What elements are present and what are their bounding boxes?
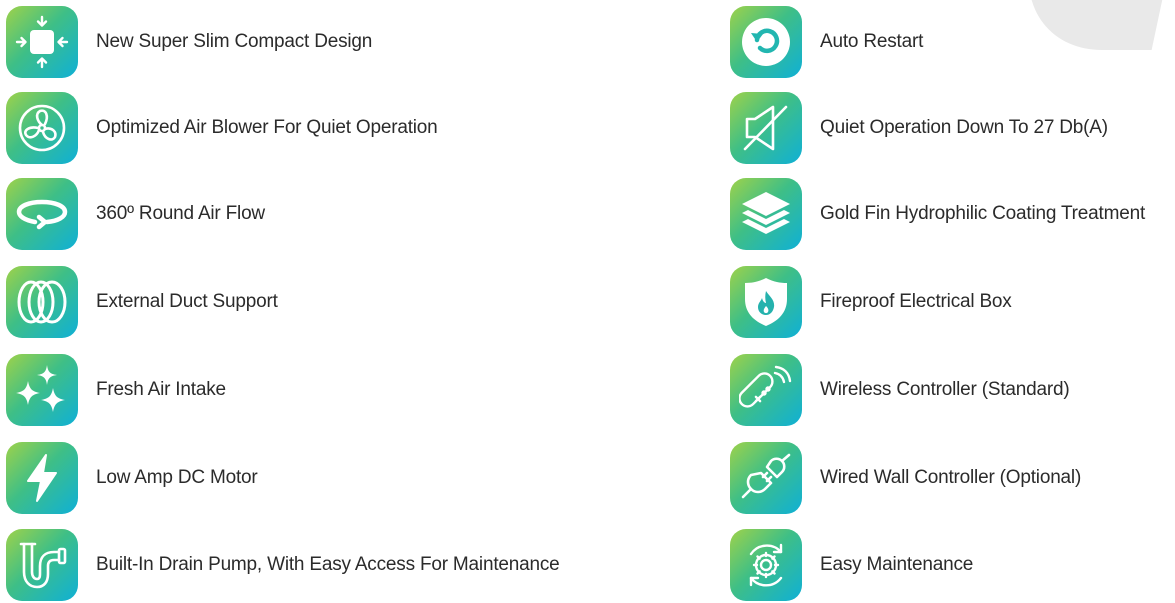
feature-label: Auto Restart — [820, 31, 924, 52]
layers-icon — [730, 178, 802, 250]
round-air-flow-icon — [6, 178, 78, 250]
feature-item: Built-In Drain Pump, With Easy Access Fo… — [6, 529, 726, 601]
fan-blower-icon — [6, 92, 78, 164]
feature-label: Easy Maintenance — [820, 554, 974, 575]
mute-speaker-icon — [730, 92, 802, 164]
feature-label: Gold Fin Hydrophilic Coating Treatment — [820, 203, 1146, 224]
feature-item: Gold Fin Hydrophilic Coating Treatment — [730, 178, 1175, 250]
feature-label: Low Amp DC Motor — [96, 467, 258, 488]
gear-maintenance-icon — [730, 529, 802, 601]
feature-item: Fireproof Electrical Box — [730, 266, 1175, 338]
feature-label: 360º Round Air Flow — [96, 203, 265, 224]
lightning-bolt-icon — [6, 442, 78, 514]
feature-item: Fresh Air Intake — [6, 354, 726, 426]
feature-item: Auto Restart — [730, 6, 1175, 78]
feature-label: Wired Wall Controller (Optional) — [820, 467, 1082, 488]
feature-label: Optimized Air Blower For Quiet Operation — [96, 117, 438, 138]
feature-label: Built-In Drain Pump, With Easy Access Fo… — [96, 554, 560, 575]
feature-item: New Super Slim Compact Design — [6, 6, 726, 78]
drain-pipe-icon — [6, 529, 78, 601]
feature-item: Wired Wall Controller (Optional) — [730, 442, 1175, 514]
compact-design-icon — [6, 6, 78, 78]
wireless-remote-icon — [730, 354, 802, 426]
feature-label: Fresh Air Intake — [96, 379, 226, 400]
duct-rings-icon — [6, 266, 78, 338]
feature-label: Wireless Controller (Standard) — [820, 379, 1070, 400]
feature-item: Low Amp DC Motor — [6, 442, 726, 514]
sparkles-icon — [6, 354, 78, 426]
feature-item: 360º Round Air Flow — [6, 178, 726, 250]
feature-item: External Duct Support — [6, 266, 726, 338]
feature-item: Optimized Air Blower For Quiet Operation — [6, 92, 726, 164]
auto-restart-icon — [730, 6, 802, 78]
plug-icon — [730, 442, 802, 514]
feature-label: Fireproof Electrical Box — [820, 291, 1012, 312]
feature-item: Easy Maintenance — [730, 529, 1175, 601]
feature-item: Wireless Controller (Standard) — [730, 354, 1175, 426]
feature-label: New Super Slim Compact Design — [96, 31, 373, 52]
feature-item: Quiet Operation Down To 27 Db(A) — [730, 92, 1175, 164]
fire-shield-icon — [730, 266, 802, 338]
feature-label: Quiet Operation Down To 27 Db(A) — [820, 117, 1108, 138]
feature-label: External Duct Support — [96, 291, 278, 312]
